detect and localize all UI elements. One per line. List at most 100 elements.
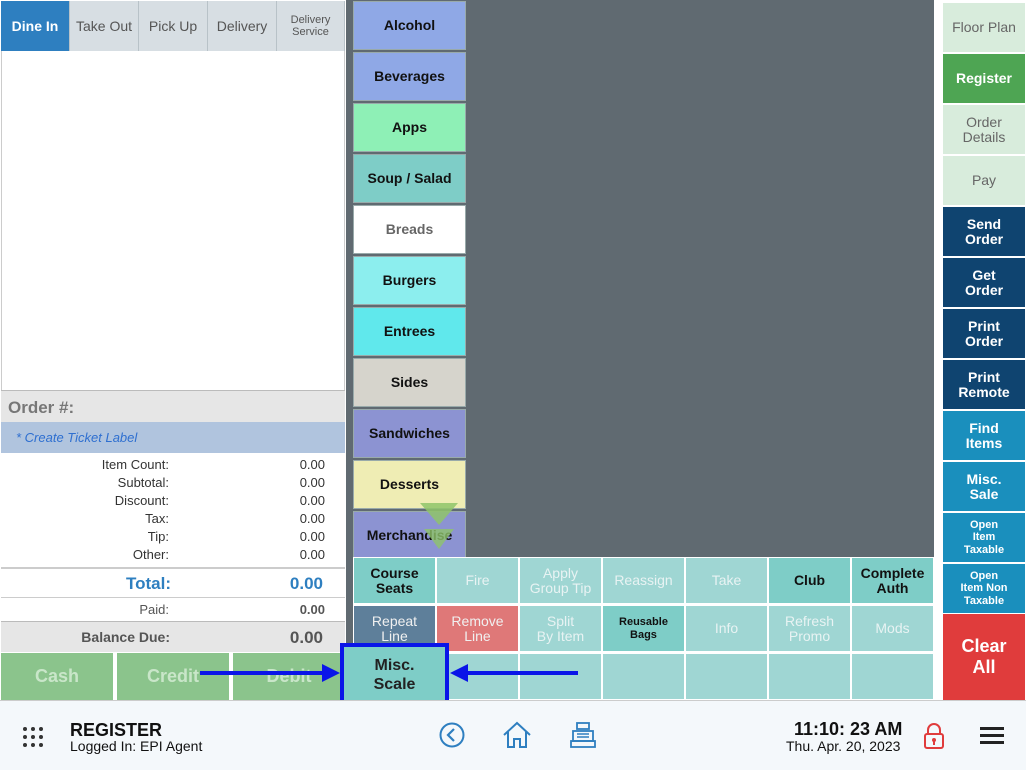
- home-icon[interactable]: [502, 720, 532, 750]
- empty-action-cell: [602, 653, 685, 700]
- action-course-seats-button[interactable]: Course Seats: [353, 557, 436, 604]
- right-button-label: Order Details: [962, 113, 1006, 145]
- category-label: Apps: [392, 119, 427, 135]
- lock-icon[interactable]: [923, 722, 945, 750]
- menu-icon[interactable]: [979, 725, 1005, 747]
- action-reassign-button[interactable]: Reassign: [602, 557, 685, 604]
- action-mods-button[interactable]: Mods: [851, 605, 934, 652]
- floor-plan-button[interactable]: Floor Plan: [943, 3, 1025, 52]
- send-order-button[interactable]: Send Order: [943, 207, 1025, 256]
- category-beverages[interactable]: Beverages: [353, 52, 466, 101]
- action-label: Split By Item: [536, 612, 585, 644]
- action-label: Take: [711, 572, 742, 588]
- summary-row: Item Count: 0.00: [1, 457, 345, 475]
- paid-row: Paid: 0.00: [1, 597, 345, 621]
- category-desserts[interactable]: Desserts: [353, 460, 466, 509]
- right-button-label: Find Items: [965, 419, 1003, 451]
- action-label: Remove Line: [451, 612, 504, 644]
- category-alcohol[interactable]: Alcohol: [353, 1, 466, 50]
- category-burgers[interactable]: Burgers: [353, 256, 466, 305]
- category-sandwiches[interactable]: Sandwiches: [353, 409, 466, 458]
- category-soup-salad[interactable]: Soup / Salad: [353, 154, 466, 203]
- action-apply-group-tip-button[interactable]: Apply Group Tip: [519, 557, 602, 604]
- clear-all-label: Clear All: [961, 636, 1007, 677]
- order-summary: Item Count: 0.00 Subtotal: 0.00 Discount: 0.0…: [1, 453, 345, 567]
- action-take-button[interactable]: Take: [685, 557, 768, 604]
- summary-row: Subtotal: 0.00: [1, 475, 345, 493]
- total-label: Total:: [125, 574, 171, 593]
- action-label: Club: [793, 572, 826, 588]
- summary-value: 0.00: [299, 475, 325, 490]
- tab-label: Take Out: [75, 17, 133, 34]
- action-label: Refresh Promo: [784, 612, 835, 644]
- order-number-label: Order #:: [8, 398, 75, 417]
- order-details-button[interactable]: Order Details: [943, 105, 1025, 154]
- summary-row: Other: 0.00: [1, 547, 345, 565]
- right-button-label: Send Order: [964, 215, 1004, 247]
- category-label: Breads: [385, 221, 434, 237]
- total-value: 0.00: [289, 574, 323, 593]
- pay-button[interactable]: Pay: [943, 156, 1025, 205]
- open-item-non-taxable-button[interactable]: Open Item Non Taxable: [943, 564, 1025, 613]
- tab-pick-up[interactable]: Pick Up: [139, 1, 208, 51]
- print-order-button[interactable]: Print Order: [943, 309, 1025, 358]
- action-label: Fire: [465, 572, 490, 588]
- category-breads[interactable]: Breads: [353, 205, 466, 254]
- summary-row: Discount: 0.00: [1, 493, 345, 511]
- summary-row: Tax: 0.00: [1, 511, 345, 529]
- action-club-button[interactable]: Club: [768, 557, 851, 604]
- tab-delivery[interactable]: Delivery: [208, 1, 277, 51]
- cash-register-icon[interactable]: [569, 721, 597, 749]
- tab-take-out[interactable]: Take Out: [70, 1, 139, 51]
- tab-label: Pick Up: [148, 17, 198, 34]
- category-label: Beverages: [374, 68, 445, 84]
- action-fire-button[interactable]: Fire: [436, 557, 519, 604]
- misc-scale-button[interactable]: Misc. Scale: [340, 643, 449, 707]
- ticket-items-area[interactable]: [1, 51, 345, 390]
- grid-icon[interactable]: [22, 726, 44, 748]
- print-remote-button[interactable]: Print Remote: [943, 360, 1025, 409]
- find-items-button[interactable]: Find Items: [943, 411, 1025, 460]
- action-label: Reusable Bags: [619, 615, 668, 641]
- credit-label: Credit: [146, 666, 199, 686]
- category-apps[interactable]: Apps: [353, 103, 466, 152]
- ticket-label-text: * Create Ticket Label: [16, 430, 138, 445]
- action-reusable-bags-button[interactable]: Reusable Bags: [602, 605, 685, 652]
- order-number-bar: Order #:: [1, 390, 345, 422]
- action-info-button[interactable]: Info: [685, 605, 768, 652]
- summary-value: 0.00: [299, 547, 325, 562]
- open-item-taxable-button[interactable]: Open Item Taxable: [943, 513, 1025, 562]
- back-icon[interactable]: [439, 722, 465, 748]
- summary-value: 0.00: [299, 511, 325, 526]
- cash-button[interactable]: Cash: [1, 653, 115, 700]
- clear-all-button[interactable]: Clear All: [943, 614, 1025, 700]
- right-button-label: Open Item Non Taxable: [960, 569, 1008, 607]
- category-sides[interactable]: Sides: [353, 358, 466, 407]
- register-button[interactable]: Register: [943, 54, 1025, 103]
- misc-sale-button[interactable]: Misc. Sale: [943, 462, 1025, 511]
- summary-value: 0.00: [299, 493, 325, 508]
- paid-label: Paid:: [139, 602, 169, 617]
- summary-label: Subtotal:: [117, 475, 169, 490]
- create-ticket-label-button[interactable]: * Create Ticket Label: [1, 422, 345, 453]
- right-button-label: Register: [955, 70, 1013, 86]
- category-label: Sides: [390, 374, 429, 390]
- scroll-down-icon[interactable]: [420, 503, 458, 551]
- action-label: Complete Auth: [860, 564, 925, 596]
- empty-action-cell: [768, 653, 851, 700]
- tab-delivery-service[interactable]: Delivery Service: [277, 1, 345, 51]
- clock-date: Thu. Apr. 20, 2023: [786, 738, 901, 754]
- summary-label: Tip:: [147, 529, 169, 544]
- get-order-button[interactable]: Get Order: [943, 258, 1025, 307]
- action-complete-auth-button[interactable]: Complete Auth: [851, 557, 934, 604]
- tab-dine-in[interactable]: Dine In: [1, 1, 70, 51]
- summary-value: 0.00: [299, 529, 325, 544]
- action-split-by-item-button[interactable]: Split By Item: [519, 605, 602, 652]
- balance-value: 0.00: [289, 628, 323, 647]
- category-entrees[interactable]: Entrees: [353, 307, 466, 356]
- tab-label: Dine In: [11, 17, 59, 34]
- action-refresh-promo-button[interactable]: Refresh Promo: [768, 605, 851, 652]
- right-button-label: Open Item Taxable: [963, 518, 1005, 556]
- arrow-left-annotation: [450, 664, 578, 682]
- tab-label: Delivery: [216, 17, 268, 34]
